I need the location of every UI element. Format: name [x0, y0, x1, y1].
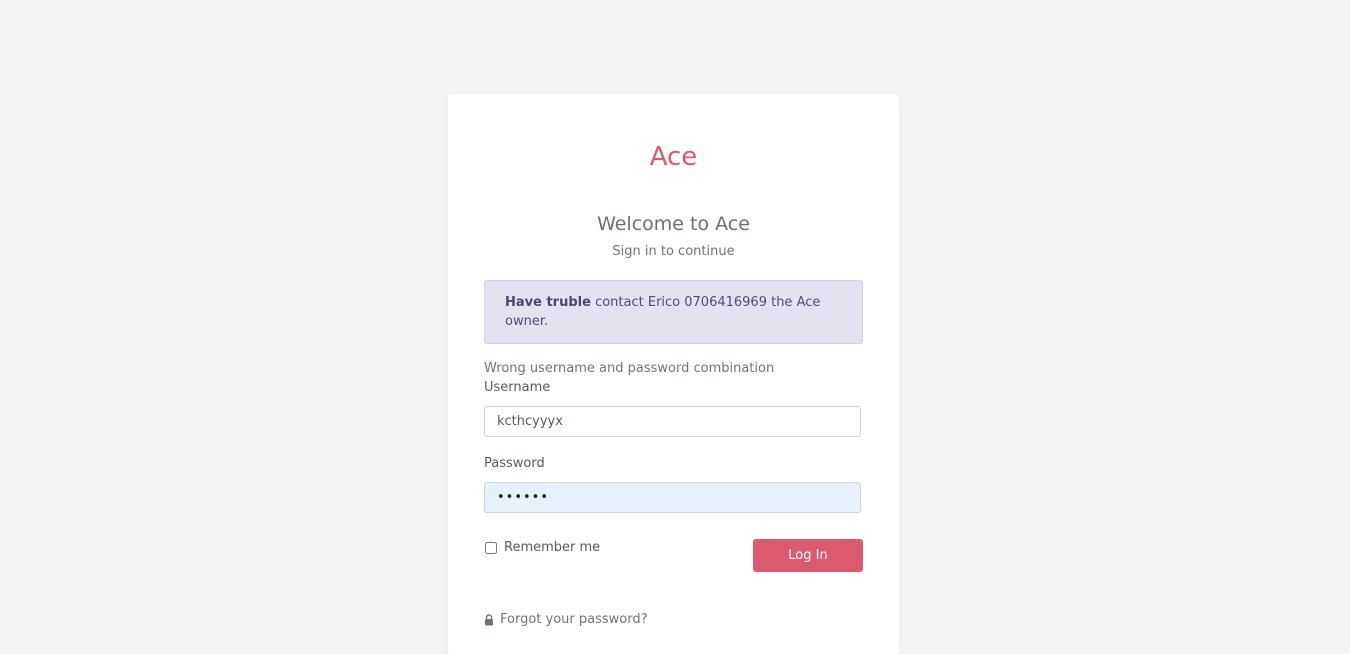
info-alert: Have truble contact Erico 0706416969 the… — [484, 280, 863, 344]
login-error-message: Wrong username and password combination — [484, 361, 775, 376]
alert-strong-text: Have truble — [505, 295, 591, 310]
brand-logo: Ace — [649, 142, 698, 172]
password-input[interactable] — [484, 482, 861, 513]
login-card: Ace Welcome to Ace Sign in to continue H… — [448, 94, 899, 654]
remember-me-control[interactable]: Remember me — [484, 540, 600, 555]
password-label: Password — [484, 456, 545, 471]
username-label: Username — [484, 380, 551, 395]
page-title: Welcome to Ace — [597, 213, 750, 235]
lock-icon — [485, 613, 493, 625]
login-button[interactable]: Log In — [753, 539, 863, 572]
forgot-password-label: Forgot your password? — [500, 612, 648, 627]
forgot-password-link[interactable]: Forgot your password? — [484, 612, 648, 627]
remember-me-label: Remember me — [504, 540, 601, 555]
remember-me-checkbox[interactable] — [485, 541, 497, 554]
username-input[interactable] — [484, 406, 861, 437]
page-subtitle: Sign in to continue — [612, 244, 735, 259]
